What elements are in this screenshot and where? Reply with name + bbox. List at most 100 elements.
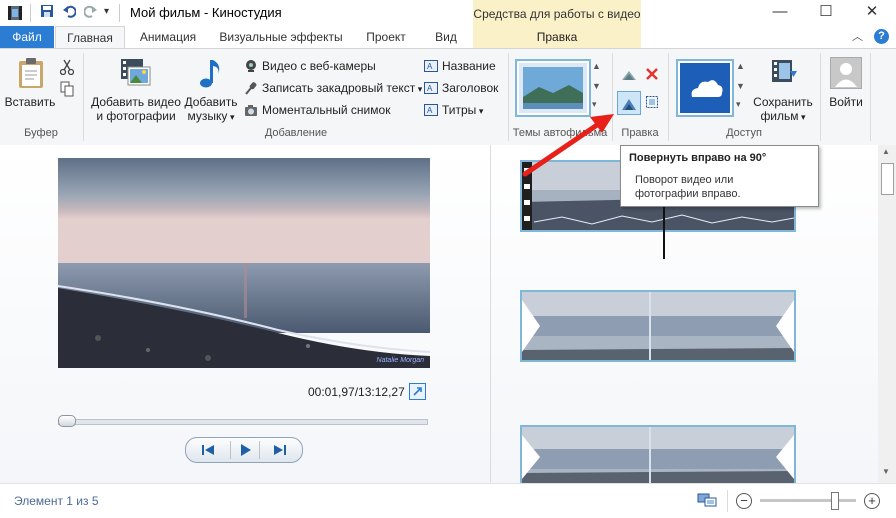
- copy-icon[interactable]: [60, 81, 74, 100]
- onedrive-share-button[interactable]: [676, 59, 734, 117]
- scroll-up-icon[interactable]: ▲: [882, 147, 890, 156]
- share-scroll-up-icon[interactable]: ▲: [736, 61, 745, 71]
- tooltip-title: Повернуть вправо на 90°: [629, 152, 767, 164]
- dropdown-arrow-icon: ▾: [476, 106, 484, 116]
- user-avatar-icon: [830, 57, 862, 89]
- tooltip-line-1: Поворот видео или: [635, 174, 734, 186]
- credits-caption-icon: A: [424, 103, 438, 117]
- scroll-down-icon[interactable]: ▼: [882, 467, 890, 476]
- tab-visual-effects[interactable]: Визуальные эффекты: [214, 26, 348, 48]
- vertical-scrollbar[interactable]: ▲ ▼: [878, 145, 896, 483]
- play-icon: [241, 444, 251, 456]
- add-music-button[interactable]: Добавить музыку ▾: [184, 55, 238, 124]
- add-music-label-2-text: музыку: [187, 109, 228, 123]
- contextual-group-title: Средства для работы с видео: [473, 7, 641, 21]
- video-preview[interactable]: Natalie Morgan: [58, 158, 430, 368]
- tab-view[interactable]: Вид: [424, 26, 468, 48]
- save-movie-label-1: Сохранить: [753, 95, 813, 109]
- expand-icon: [413, 387, 422, 396]
- seek-thumb[interactable]: [58, 415, 76, 427]
- webcam-video-button[interactable]: Видео с веб-камеры: [244, 57, 376, 75]
- title-caption-icon: A: [424, 59, 438, 73]
- share-scroll-down-icon[interactable]: ▼: [736, 81, 745, 91]
- camera-icon: [244, 103, 258, 117]
- rotate-right-icon: [622, 99, 636, 110]
- timeline-clip[interactable]: [520, 425, 796, 487]
- group-label-edit: Правка: [621, 127, 659, 139]
- group-label-add: Добавление: [264, 127, 328, 139]
- seek-slider[interactable]: [58, 419, 428, 425]
- music-note-icon: [198, 57, 224, 92]
- playback-controls: [185, 437, 303, 463]
- autotheme-thumbnail[interactable]: [515, 59, 591, 117]
- webcam-label: Видео с веб-камеры: [262, 59, 376, 73]
- fullscreen-preview-button[interactable]: [409, 383, 426, 400]
- redo-icon[interactable]: [83, 4, 98, 21]
- add-video-label-1: Добавить видео: [91, 95, 181, 109]
- maximize-button[interactable]: ☐: [803, 0, 849, 26]
- header-caption-icon: A: [424, 81, 438, 95]
- video-watermark: Natalie Morgan: [376, 357, 424, 364]
- theme-scroll-up-icon[interactable]: ▲: [592, 61, 601, 71]
- paste-button[interactable]: Вставить: [4, 55, 56, 113]
- status-item-count: Элемент 1 из 5: [14, 494, 99, 508]
- minimize-button[interactable]: —: [757, 0, 803, 26]
- close-button[interactable]: ✕: [849, 0, 895, 26]
- onedrive-icon: [680, 63, 730, 113]
- playback-time: 00:01,97/13:12,27: [308, 385, 405, 399]
- caption-credits-button[interactable]: A Титры ▾: [424, 101, 483, 119]
- ribbon-tabs: Файл Главная Анимация Визуальные эффекты…: [0, 26, 896, 49]
- previous-frame-button[interactable]: [194, 441, 222, 459]
- timeline-clip[interactable]: [520, 290, 796, 362]
- save-movie-button[interactable]: Сохранить фильм ▾: [750, 55, 816, 123]
- cut-icon[interactable]: [59, 59, 75, 78]
- rotate-left-icon[interactable]: [620, 67, 638, 84]
- status-bar: Элемент 1 из 5 − +: [0, 483, 896, 518]
- tab-home[interactable]: Главная: [55, 26, 125, 49]
- app-icon[interactable]: [7, 5, 23, 21]
- next-frame-button[interactable]: [266, 441, 294, 459]
- add-video-photo-button[interactable]: Добавить видео и фотографии: [90, 55, 182, 123]
- title-bar: ▾ Мой фильм - Киностудия Средства для ра…: [0, 0, 896, 48]
- zoom-out-button[interactable]: −: [736, 493, 752, 509]
- zoom-slider-thumb[interactable]: [831, 492, 839, 510]
- rotate-right-button[interactable]: [617, 91, 641, 115]
- clipboard-icon: [18, 57, 44, 92]
- tab-animation[interactable]: Анимация: [131, 26, 205, 48]
- add-music-label-1: Добавить: [184, 95, 238, 109]
- svg-text:A: A: [427, 62, 433, 71]
- rotate-right-tooltip: Повернуть вправо на 90° Поворот видео ил…: [620, 145, 819, 207]
- svg-text:A: A: [427, 84, 433, 93]
- qat-dropdown-icon[interactable]: ▾: [104, 6, 109, 17]
- save-icon[interactable]: [40, 4, 54, 21]
- zoom-in-button[interactable]: +: [864, 493, 880, 509]
- storyboard-view-icon[interactable]: [697, 491, 717, 512]
- tooltip-line-2: фотографии вправо.: [635, 188, 741, 200]
- theme-scroll-down-icon[interactable]: ▼: [592, 81, 601, 91]
- theme-gallery-more-icon[interactable]: ▾: [592, 99, 597, 110]
- undo-icon[interactable]: [62, 4, 77, 21]
- collapse-ribbon-icon[interactable]: ︿: [852, 28, 863, 44]
- record-narration-button[interactable]: Записать закадровый текст ▾: [244, 79, 422, 97]
- next-frame-icon: [274, 445, 286, 455]
- caption-header-label: Заголовок: [442, 81, 499, 95]
- group-label-share: Доступ: [726, 127, 762, 139]
- caption-credits-label: Титры: [442, 103, 477, 117]
- help-icon[interactable]: ?: [874, 29, 889, 44]
- tab-project[interactable]: Проект: [356, 26, 416, 48]
- caption-header-button[interactable]: A Заголовок: [424, 79, 498, 97]
- play-button[interactable]: [230, 441, 260, 459]
- caption-title-button[interactable]: A Название: [424, 57, 496, 75]
- signin-button[interactable]: Войти: [826, 55, 866, 121]
- remove-icon[interactable]: [645, 67, 659, 84]
- snapshot-label: Моментальный снимок: [262, 103, 391, 117]
- share-gallery-more-icon[interactable]: ▾: [736, 99, 741, 110]
- zoom-slider[interactable]: [760, 499, 856, 502]
- previous-frame-icon: [202, 445, 214, 455]
- paste-label: Вставить: [4, 95, 56, 109]
- tab-file[interactable]: Файл: [0, 26, 54, 48]
- scroll-thumb[interactable]: [881, 163, 894, 195]
- add-music-label-2: музыку ▾: [184, 109, 238, 124]
- snapshot-button[interactable]: Моментальный снимок: [244, 101, 390, 119]
- select-all-icon[interactable]: [645, 95, 659, 112]
